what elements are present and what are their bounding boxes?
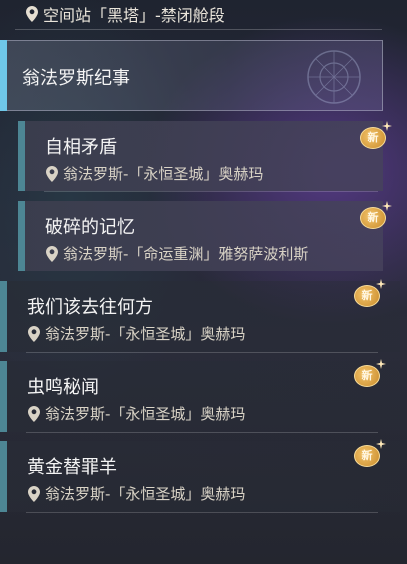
category-title: 翁法罗斯纪事 — [22, 68, 130, 89]
sparkle-icon — [382, 201, 392, 211]
location-text: 翁法罗斯-「永恒圣城」奥赫玛 — [45, 485, 246, 503]
quest-location: 翁法罗斯-「永恒圣城」奥赫玛 — [27, 483, 245, 504]
quest-item[interactable]: 破碎的记忆 翁法罗斯-「命运重渊」雅努萨波利斯 新 — [18, 201, 392, 271]
sparkle-icon — [376, 359, 386, 369]
quest-item[interactable]: 自相矛盾 翁法罗斯-「永恒圣城」奥赫玛 新 — [18, 121, 392, 191]
divider — [26, 432, 378, 433]
divider — [15, 29, 382, 30]
item-accent-bar — [0, 441, 7, 512]
location-text: 翁法罗斯-「永恒圣城」奥赫玛 — [45, 405, 246, 423]
top-location: 空间站「黑塔」-禁闭舱段 — [25, 2, 225, 26]
divider — [26, 352, 378, 353]
new-badge: 新 — [352, 359, 386, 389]
item-accent-bar — [0, 361, 7, 432]
selected-accent — [0, 40, 7, 111]
new-badge: 新 — [352, 279, 386, 309]
location-text: 翁法罗斯-「永恒圣城」奥赫玛 — [63, 165, 264, 183]
quest-title: 虫鸣秘闻 — [27, 377, 99, 398]
quest-location: 翁法罗斯-「永恒圣城」奥赫玛 — [45, 163, 263, 184]
location-pin-icon — [46, 245, 58, 262]
quest-category-header[interactable]: 翁法罗斯纪事 — [0, 40, 383, 111]
location-pin-icon — [28, 405, 40, 422]
location-pin-icon — [46, 165, 58, 182]
location-text: 翁法罗斯-「永恒圣城」奥赫玛 — [45, 325, 246, 343]
item-accent-bar — [18, 201, 25, 271]
new-badge: 新 — [358, 201, 392, 231]
item-accent-bar — [18, 121, 25, 191]
quest-title: 我们该去往何方 — [27, 297, 153, 318]
item-accent-bar — [0, 281, 7, 352]
location-pin-icon — [28, 485, 40, 502]
quest-location: 翁法罗斯-「永恒圣城」奥赫玛 — [27, 403, 245, 424]
new-badge: 新 — [352, 439, 386, 469]
quest-title: 自相矛盾 — [45, 137, 117, 158]
location-text: 翁法罗斯-「命运重渊」雅努萨波利斯 — [63, 245, 309, 263]
quest-item[interactable]: 黄金替罪羊 翁法罗斯-「永恒圣城」奥赫玛 新 — [0, 439, 400, 512]
quest-title: 黄金替罪羊 — [27, 457, 117, 478]
quest-item[interactable]: 我们该去往何方 翁法罗斯-「永恒圣城」奥赫玛 新 — [0, 279, 400, 352]
location-text: 空间站「黑塔」-禁闭舱段 — [43, 6, 225, 25]
quest-item[interactable]: 虫鸣秘闻 翁法罗斯-「永恒圣城」奥赫玛 新 — [0, 359, 400, 432]
quest-location: 翁法罗斯-「永恒圣城」奥赫玛 — [27, 323, 245, 344]
sparkle-icon — [376, 279, 386, 289]
location-pin-icon — [26, 6, 38, 22]
new-badge: 新 — [358, 121, 392, 151]
quest-location: 翁法罗斯-「命运重渊」雅努萨波利斯 — [45, 243, 308, 264]
divider — [26, 512, 378, 513]
divider — [44, 191, 378, 192]
emblem-icon — [307, 50, 361, 104]
sparkle-icon — [382, 121, 392, 131]
location-pin-icon — [28, 325, 40, 342]
sparkle-icon — [376, 439, 386, 449]
quest-title: 破碎的记忆 — [45, 217, 135, 238]
